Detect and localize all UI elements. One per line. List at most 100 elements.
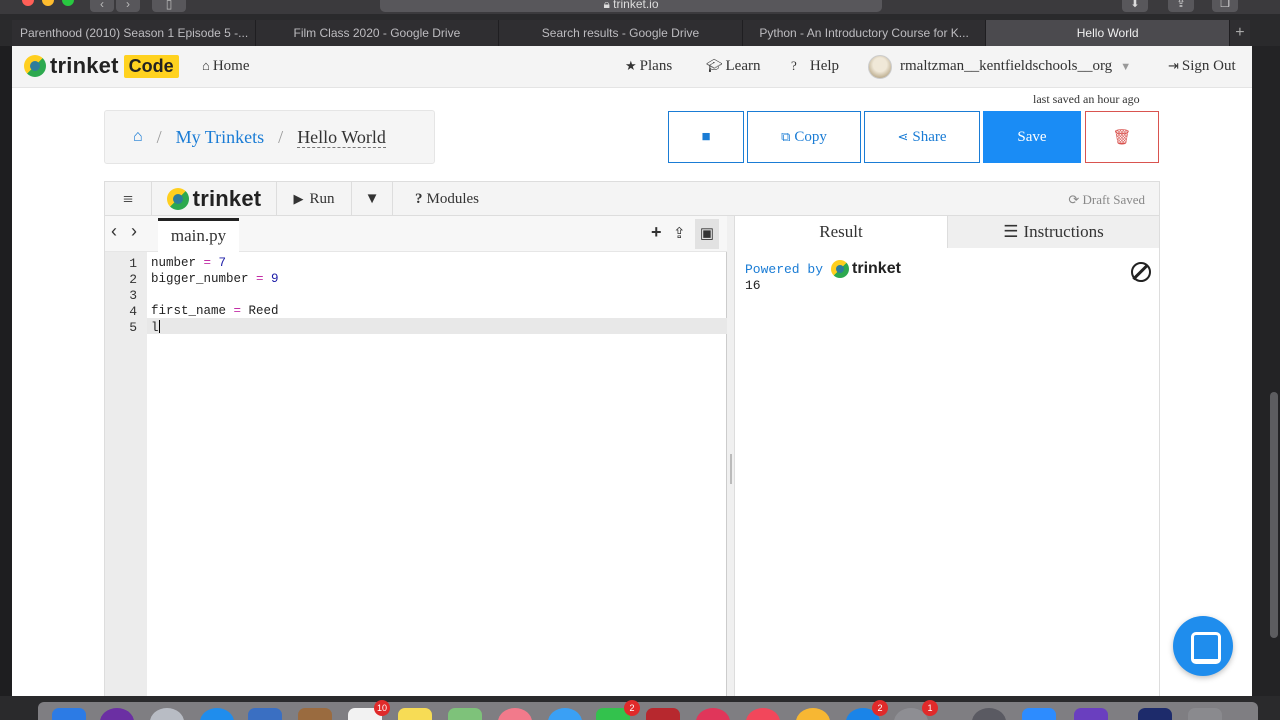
line-number: 3 <box>129 288 137 303</box>
nav-sign-out-label: Sign Out <box>1181 58 1236 74</box>
tab-instructions[interactable]: ☰ Instructions <box>947 216 1159 248</box>
run-options-dropdown[interactable]: ▼ <box>351 182 393 216</box>
forward-button[interactable]: › <box>116 0 140 12</box>
background-scrollbar <box>1270 392 1278 638</box>
nav-learn[interactable]: 🎓︎ Learn <box>706 58 761 75</box>
share-button[interactable]: ⋖ Share <box>864 111 980 163</box>
sidebar-toggle-button[interactable]: ▯ <box>152 0 186 12</box>
tabs-overview-icon[interactable]: ❐ <box>1212 0 1238 12</box>
file-tab-main[interactable]: main.py <box>158 218 239 252</box>
download-icon[interactable]: ⬇ <box>1122 0 1148 12</box>
copy-label: Copy <box>794 128 827 145</box>
stop-icon[interactable] <box>1131 262 1151 282</box>
launchpad-icon[interactable] <box>150 708 184 720</box>
draft-status-label: Draft Saved <box>1082 192 1145 207</box>
zoom-icon[interactable] <box>1022 708 1056 720</box>
user-menu[interactable]: rmaltzman__kentfieldschools__org ▼ <box>900 58 1131 75</box>
share-label: Share <box>912 128 947 145</box>
file-tab-bar: ‹ › main.py + ⇪ ▣ <box>105 216 727 252</box>
browser-tab[interactable]: Parenthood (2010) Season 1 Episode 5 -..… <box>12 20 256 46</box>
nav-home[interactable]: ⌂ Home <box>202 58 249 75</box>
contacts-icon[interactable] <box>298 708 332 720</box>
nav-help[interactable]: ?⃝ Help <box>791 58 839 75</box>
modules-button[interactable]: ? Modules <box>393 182 501 216</box>
macos-dock: 10 2 2 1 <box>38 700 1258 720</box>
breadcrumb-my-trinkets[interactable]: My Trinkets <box>176 127 265 148</box>
notes-icon[interactable] <box>398 708 432 720</box>
list-icon: ☰ <box>1003 222 1019 241</box>
desktop-background-left <box>0 46 12 696</box>
browser-tab[interactable]: Python - An Introductory Course for K... <box>743 20 987 46</box>
home-icon[interactable]: ⌂ <box>133 128 143 146</box>
browser-tab-bar: Parenthood (2010) Season 1 Episode 5 -..… <box>12 20 1250 46</box>
run-button[interactable]: ▶ Run <box>277 182 351 216</box>
folder-button[interactable]: ■ <box>668 111 744 163</box>
trinket-logo-icon <box>831 260 850 278</box>
mail-icon[interactable] <box>248 708 282 720</box>
copy-icon: ⧉ <box>781 129 791 144</box>
code-editor[interactable]: ‹ › main.py + ⇪ ▣ 1 2 3 4 5 number = 7 b… <box>105 216 727 696</box>
music-icon[interactable] <box>746 708 780 720</box>
active-line-highlight <box>147 318 727 334</box>
close-window-button[interactable] <box>22 0 34 6</box>
save-button[interactable]: Save <box>983 111 1081 163</box>
browser-toolbar: ‹ › ▯ 🔒︎ trinket.io ⬇ ⇪ ❐ <box>0 0 1280 14</box>
trash-icon[interactable] <box>1188 708 1222 720</box>
maps-icon[interactable] <box>448 708 482 720</box>
question-circle-icon: ?⃝ <box>791 58 807 73</box>
browser-tab[interactable]: Film Class 2020 - Google Drive <box>256 20 500 46</box>
output-pane: Result ☰ Instructions Powered by trinket … <box>735 216 1159 696</box>
powered-by-link[interactable]: Powered by trinket <box>745 260 901 278</box>
safari-icon[interactable] <box>200 708 234 720</box>
download-folder-icon[interactable] <box>1138 708 1172 720</box>
avatar[interactable] <box>868 55 892 79</box>
upload-icon[interactable]: ⇪ <box>673 224 686 242</box>
imovie-icon[interactable] <box>1074 708 1108 720</box>
finder-icon[interactable] <box>52 708 86 720</box>
toolbar-logo-text: trinket <box>192 186 262 211</box>
chevron-right-icon[interactable]: › <box>131 221 137 242</box>
image-file-icon[interactable]: ▣ <box>695 219 719 249</box>
trinket-code-logo[interactable]: trinket Code <box>24 53 179 78</box>
logo-badge: Code <box>123 54 179 78</box>
chat-launcher-button[interactable] <box>1173 616 1233 676</box>
browser-tab[interactable]: Search results - Google Drive <box>499 20 743 46</box>
code-line: first_name = Reed <box>151 304 279 318</box>
toolbar-logo: trinket <box>152 182 277 216</box>
microsoft-office-icon[interactable] <box>646 708 680 720</box>
star-icon: ★ <box>625 58 637 73</box>
trinket-toolbar: ≡ trinket ▶ Run ▼ ? Modules ⟳ Draft Saved <box>105 182 1159 216</box>
nav-sign-out[interactable]: ⇥ Sign Out <box>1168 58 1236 75</box>
share-icon: ⋖ <box>897 129 909 144</box>
address-bar[interactable]: 🔒︎ trinket.io <box>380 0 882 12</box>
nav-plans[interactable]: ★ Plans <box>625 58 672 75</box>
copy-button[interactable]: ⧉ Copy <box>747 111 861 163</box>
code-line: number = 7 <box>151 256 227 270</box>
line-number: 1 <box>129 256 137 271</box>
tab-result[interactable]: Result <box>735 216 947 248</box>
save-label: Save <box>1017 128 1047 145</box>
username: rmaltzman__kentfieldschools__org <box>900 58 1113 74</box>
chevron-left-icon[interactable]: ‹ <box>111 221 117 242</box>
back-button[interactable]: ‹ <box>90 0 114 12</box>
siri-icon[interactable] <box>100 708 134 720</box>
quicktime-icon[interactable] <box>972 708 1006 720</box>
add-file-icon[interactable]: + <box>651 222 662 243</box>
url-text: trinket.io <box>613 0 659 11</box>
line-number: 2 <box>129 272 137 287</box>
new-tab-button[interactable]: + <box>1230 20 1250 46</box>
pane-resize-handle[interactable] <box>727 216 735 696</box>
draft-status: ⟳ Draft Saved <box>1068 192 1145 208</box>
delete-button[interactable]: 🗑︎ <box>1085 111 1159 163</box>
line-number: 5 <box>129 320 137 335</box>
browser-tab-active[interactable]: Hello World <box>986 20 1230 46</box>
share-icon[interactable]: ⇪ <box>1168 0 1194 12</box>
screen-recorder-icon[interactable] <box>696 708 730 720</box>
trinket-title[interactable]: Hello World <box>297 127 386 148</box>
photos-icon[interactable] <box>498 708 532 720</box>
menu-icon[interactable]: ≡ <box>105 182 152 216</box>
books-icon[interactable] <box>796 708 830 720</box>
messages-icon[interactable] <box>548 708 582 720</box>
minimize-window-button[interactable] <box>42 0 54 6</box>
zoom-window-button[interactable] <box>62 0 74 6</box>
